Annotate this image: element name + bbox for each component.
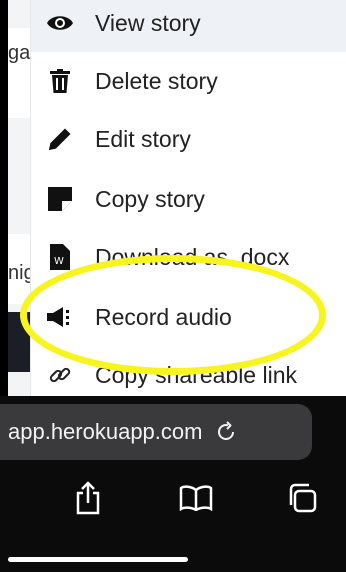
- menu-item-record-audio[interactable]: Record audio: [31, 288, 346, 346]
- menu-item-label: Record audio: [95, 303, 232, 330]
- menu-item-label: Edit story: [95, 125, 191, 152]
- menu-item-label: View story: [95, 9, 201, 36]
- menu-item-delete-story[interactable]: Delete story: [31, 52, 346, 110]
- menu-item-copy-story[interactable]: Copy story: [31, 170, 346, 228]
- reload-icon[interactable]: [214, 420, 238, 444]
- pencil-icon: [45, 124, 75, 154]
- menu-item-view-story[interactable]: View story: [31, 0, 346, 52]
- svg-text:W: W: [54, 256, 64, 267]
- home-indicator: [8, 557, 188, 562]
- share-icon[interactable]: [68, 478, 108, 518]
- screen-edge: [0, 0, 8, 400]
- menu-item-label: Delete story: [95, 67, 218, 94]
- trash-icon: [45, 66, 75, 96]
- address-bar[interactable]: app.herokuapp.com: [0, 404, 312, 460]
- background-text-fragment: ga: [8, 42, 31, 64]
- menu-item-edit-story[interactable]: Edit story: [31, 110, 346, 168]
- link-icon: [45, 360, 75, 390]
- menu-item-label: Copy shareable link: [95, 361, 298, 388]
- url-text: app.herokuapp.com: [8, 419, 203, 444]
- word-file-icon: W: [45, 242, 75, 272]
- bookmarks-icon[interactable]: [176, 478, 216, 518]
- tabs-icon[interactable]: [282, 478, 322, 518]
- eye-icon: [45, 8, 75, 38]
- megaphone-icon: [45, 302, 75, 332]
- story-actions-menu: View story Delete story Edit story Copy …: [30, 0, 346, 400]
- menu-item-label: Download as .docx: [95, 243, 290, 270]
- menu-item-download-docx[interactable]: W Download as .docx: [31, 228, 346, 286]
- menu-item-label: Copy story: [95, 185, 205, 212]
- sticky-note-icon: [45, 184, 75, 214]
